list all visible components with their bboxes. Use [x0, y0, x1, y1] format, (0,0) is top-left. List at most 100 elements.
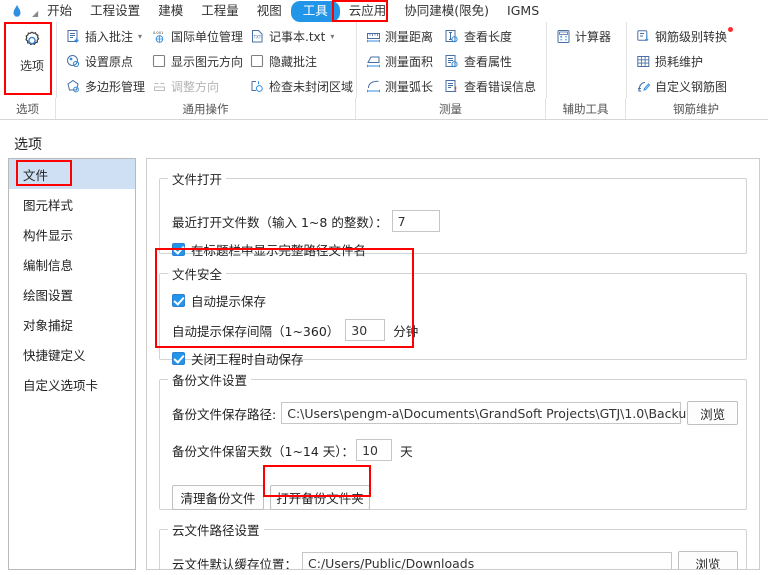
auto-save-on-close-row[interactable]: 关闭工程时自动保存 [172, 349, 304, 368]
group-file-open-legend: 文件打开 [172, 172, 223, 187]
check-unclosed-icon [249, 78, 265, 94]
checkbox-empty-icon [151, 53, 167, 69]
auto-save-on-close-label: 关闭工程时自动保存 [191, 352, 304, 367]
backup-path-input[interactable]: C:\Users\pengm-a\Documents\GrandSoft Pro… [281, 402, 698, 424]
sidebar-item-label: 构件显示 [23, 227, 74, 243]
tab-igms[interactable]: IGMS [498, 1, 548, 22]
cloud-cache-input[interactable]: C:/Users/Public/Downloads [302, 552, 672, 569]
backup-keep-days-input[interactable]: 10 [356, 439, 393, 461]
backup-keep-days-label: 备份文件保留天数（1~14 天）： [172, 443, 355, 459]
chevron-down-icon[interactable]: ▾ [330, 32, 334, 41]
measure-distance-button[interactable]: 测量距离 [363, 24, 442, 48]
sidebar-item-compile-info[interactable]: 编制信息 [9, 249, 135, 279]
check-unclosed-area-button[interactable]: 检查未封闭区域 [247, 74, 357, 98]
show-full-path-label: 在标题栏中显示完整路径文件名 [191, 243, 367, 258]
adjust-direction-icon [151, 78, 167, 94]
tab-modeling[interactable]: 建模 [149, 1, 192, 22]
show-full-path-checkbox[interactable] [172, 243, 185, 256]
insert-annotation-icon [65, 28, 81, 44]
unit-manage-label: 国际单位管理 [171, 29, 244, 44]
auto-prompt-save-checkbox[interactable] [172, 294, 185, 307]
clean-backup-button[interactable]: 清理备份文件 [172, 485, 264, 510]
chevron-down-icon[interactable]: ▾ [138, 32, 142, 41]
auto-save-on-close-checkbox[interactable] [172, 352, 185, 365]
show-element-direction-label: 显示图元方向 [171, 54, 244, 69]
options-category-list: 文件 图元样式 构件显示 编制信息 绘图设置 对象捕捉 快捷键定义 自定义选项卡 [8, 158, 136, 570]
save-interval-unit: 分钟 [393, 323, 419, 339]
polygon-manage-icon [65, 78, 81, 94]
group-label-rebar-maintain: 钢筋维护 [673, 101, 719, 116]
app-logo-icon [4, 1, 30, 21]
polygon-manage-button[interactable]: 多边形管理 [63, 74, 149, 98]
tab-quantity[interactable]: 工程量 [192, 1, 248, 22]
ribbon-body: 选项 插入批注 ▾ 设置原点 多边形管理 0.001 国际单位管理 显示图元方向… [0, 22, 768, 98]
cloud-cache-browse-button[interactable]: 浏览 [677, 551, 738, 569]
sidebar-item-element-style[interactable]: 图元样式 [9, 189, 135, 219]
group-label-general-ops: 通用操作 [56, 98, 356, 119]
set-origin-button[interactable]: 设置原点 [63, 49, 149, 73]
ribbon-group-options: 选项 [0, 22, 56, 98]
loss-maintain-label: 损耗维护 [655, 54, 704, 69]
options-button[interactable]: 选项 [6, 24, 58, 74]
recent-files-row: 最近打开文件数（输入 1~8 的整数）： 7 [172, 210, 440, 232]
measure-arc-button[interactable]: 测量弧长 [363, 74, 442, 98]
ribbon-tab-bar: ◢ 开始 工程设置 建模 工程量 视图 工具 云应用 协同建模(限免) IGMS [0, 0, 768, 22]
adjust-direction-label: 调整方向 [171, 79, 220, 94]
recent-files-label: 最近打开文件数（输入 1~8 的整数）： [172, 214, 388, 230]
view-property-label: 查看属性 [463, 54, 512, 69]
txt-icon: TXT [249, 28, 265, 44]
options-dialog: 选项 文件 图元样式 构件显示 编制信息 绘图设置 对象捕捉 快捷键定义 自定义… [0, 120, 768, 575]
sidebar-item-object-snap[interactable]: 对象捕捉 [9, 309, 135, 339]
ribbon-group-measure: 测量距离 测量面积 测量弧长 查看长度 查看属性 查看错误信息 [356, 22, 546, 98]
sidebar-item-shortcut-definition[interactable]: 快捷键定义 [9, 339, 135, 369]
recent-files-input[interactable]: 7 [391, 210, 440, 232]
tab-collab-modeling[interactable]: 协同建模(限免) [395, 1, 498, 22]
show-element-direction-toggle[interactable]: 显示图元方向 [149, 49, 247, 73]
rebar-grade-convert-button[interactable]: 钢筋级别转换 [633, 24, 760, 48]
tab-start[interactable]: 开始 [38, 1, 81, 22]
tab-view[interactable]: 视图 [248, 1, 291, 22]
backup-keep-days-unit: 天 [400, 443, 413, 459]
sidebar-item-drawing-settings[interactable]: 绘图设置 [9, 279, 135, 309]
insert-annotation-button[interactable]: 插入批注 ▾ [63, 24, 149, 48]
view-property-button[interactable]: 查看属性 [442, 49, 540, 73]
sidebar-item-file[interactable]: 文件 [9, 159, 135, 189]
measure-arc-label: 测量弧长 [385, 79, 434, 94]
sidebar-item-label: 自定义选项卡 [23, 377, 99, 393]
group-file-safety: 文件安全 自动提示保存 自动提示保存间隔（1~360） 30 分钟 关闭工程时自… [159, 264, 747, 367]
group-backup-settings: 备份文件设置 备份文件保存路径: C:\Users\pengm-a\Docume… [159, 370, 747, 510]
notepad-button[interactable]: TXT 记事本.txt ▾ [247, 24, 357, 48]
unit-manage-button[interactable]: 0.001 国际单位管理 [149, 24, 247, 48]
group-label-aux-tools: 辅助工具 [546, 98, 626, 119]
polygon-manage-label: 多边形管理 [85, 79, 146, 94]
hide-annotation-toggle[interactable]: 隐藏批注 [247, 49, 357, 73]
show-full-path-row[interactable]: 在标题栏中显示完整路径文件名 [172, 240, 366, 259]
custom-rebar-diagram-button[interactable]: 自定义钢筋图 [633, 74, 760, 98]
loss-maintain-button[interactable]: 损耗维护 [633, 49, 760, 73]
sidebar-item-custom-tab[interactable]: 自定义选项卡 [9, 369, 135, 399]
cloud-cache-label: 云文件默认缓存位置： [172, 556, 298, 570]
tab-cloud-app[interactable]: 云应用 [340, 1, 396, 22]
tab-project-settings[interactable]: 工程设置 [81, 1, 149, 22]
open-backup-folder-button[interactable]: 打开备份文件夹 [270, 485, 370, 510]
set-origin-label: 设置原点 [85, 54, 134, 69]
view-length-button[interactable]: 查看长度 [442, 24, 540, 48]
backup-path-row: 备份文件保存路径: C:\Users\pengm-a\Documents\Gra… [172, 401, 738, 425]
ribbon-group-label-bar: 选项 通用操作 测量 辅助工具 钢筋维护 [0, 98, 768, 119]
tab-tools[interactable]: 工具 [290, 0, 340, 22]
sidebar-item-label: 图元样式 [23, 197, 74, 213]
view-error-info-button[interactable]: 查看错误信息 [442, 74, 540, 98]
calculator-button[interactable]: 计算器 [553, 24, 620, 48]
svg-text:TXT: TXT [252, 34, 261, 39]
auto-prompt-save-row[interactable]: 自动提示保存 [172, 291, 266, 310]
save-interval-input[interactable]: 30 [345, 319, 386, 341]
group-label-measure: 测量 [356, 98, 546, 119]
options-content-panel: 文件打开 最近打开文件数（输入 1~8 的整数）： 7 在标题栏中显示完整路径文… [146, 158, 760, 570]
sidebar-item-component-display[interactable]: 构件显示 [9, 219, 135, 249]
group-label-options: 选项 [0, 98, 56, 119]
backup-path-browse-button[interactable]: 浏览 [687, 401, 738, 425]
group-file-safety-legend: 文件安全 [172, 267, 223, 282]
sidebar-item-label: 文件 [23, 167, 49, 183]
measure-area-button[interactable]: 测量面积 [363, 49, 442, 73]
group-file-open: 文件打开 最近打开文件数（输入 1~8 的整数）： 7 在标题栏中显示完整路径文… [159, 169, 747, 258]
